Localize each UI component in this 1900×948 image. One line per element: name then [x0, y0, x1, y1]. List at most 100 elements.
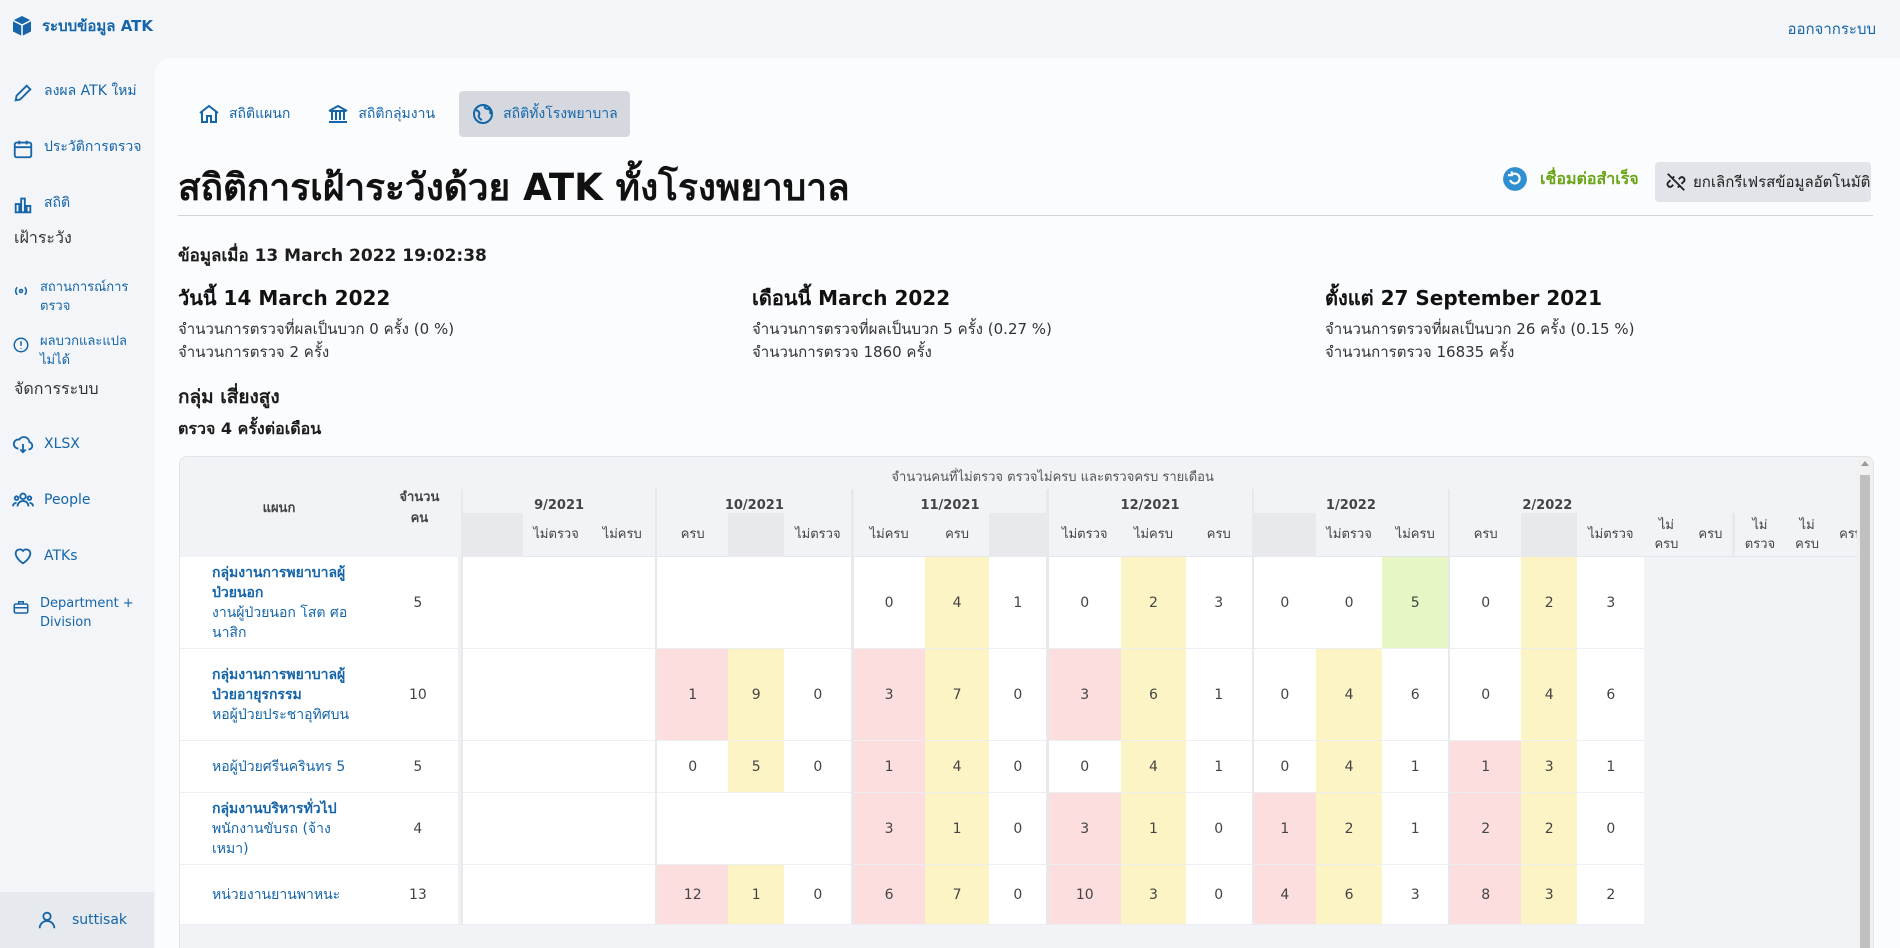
pencil-icon [14, 84, 32, 102]
value-cell: 0 [784, 649, 852, 741]
department-cell[interactable]: กลุ่มงานการพยาบาลผู้ป่วยนอก งานผู้ป่วยนอก… [180, 557, 378, 649]
value-cell: 2 [1521, 793, 1578, 865]
stat-positive: จำนวนการตรวจที่ผลเป็นบวก 5 ครั้ง (0.27 %… [752, 320, 1052, 338]
briefcase-icon [13, 601, 29, 614]
sidebar-item-stats[interactable]: สถิติ [12, 194, 70, 216]
value-cell [784, 793, 852, 865]
data-timestamp: ข้อมูลเมื่อ 13 March 2022 19:02:38 [178, 246, 487, 266]
app-brand[interactable]: ระบบข้อมูล ATK [10, 14, 153, 38]
headcount-cell: 4 [377, 793, 461, 865]
value-cell: 4 [1253, 865, 1316, 925]
value-cell: 6 [1577, 649, 1645, 741]
value-cell [589, 741, 656, 793]
department-cell[interactable]: หอผู้ป่วยศรีนครินทร 5 [180, 741, 378, 793]
calendar-icon [13, 140, 33, 159]
table-vertical-scrollbar[interactable] [1857, 457, 1873, 948]
home-icon [199, 104, 219, 123]
value-cell: 6 [1315, 865, 1383, 925]
logout-link[interactable]: ออกจากระบบ [1787, 17, 1876, 41]
column-header-complete: ครบ [924, 513, 990, 557]
value-cell: 0 [1253, 557, 1316, 649]
sidebar-item-department[interactable]: Department + Division [12, 594, 136, 632]
value-cell: 1 [1253, 793, 1316, 865]
value-cell: 4 [1121, 741, 1186, 793]
value-cell: 1 [657, 649, 729, 741]
value-cell: 1 [1382, 741, 1449, 793]
tab-department-stats[interactable]: สถิติแผนก [185, 91, 302, 137]
value-cell: 5 [728, 741, 785, 793]
scrollbar-thumb[interactable] [1860, 475, 1870, 948]
value-cell: 3 [1121, 865, 1186, 925]
bank-icon [328, 104, 348, 123]
division-name: หอผู้ป่วยศรีนครินทร 5 [212, 758, 346, 775]
top-bar: ระบบข้อมูล ATK ออกจากระบบ [0, 0, 1900, 58]
value-cell: 4 [1521, 649, 1578, 741]
column-header-count: จำนวนคน [377, 457, 461, 557]
department-cell[interactable]: กลุ่มงานบริหารทั่วไป พนักงานขับรถ (จ้างเห… [180, 793, 378, 865]
sidebar-item-xlsx[interactable]: XLSX [12, 433, 80, 455]
value-cell [657, 557, 729, 649]
table-row: กลุ่มงานบริหารทั่วไป พนักงานขับรถ (จ้างเห… [180, 793, 1873, 865]
value-cell: 0 [1185, 865, 1252, 925]
tab-hospital-stats[interactable]: สถิติทั้งโรงพยาบาล [459, 91, 630, 137]
value-cell: 4 [1315, 741, 1383, 793]
column-header-not-tested: ไม่ตรวจ [1577, 513, 1645, 557]
stat-heading: เดือนนี้ March 2022 [752, 286, 951, 310]
column-header-complete: ครบ [1450, 513, 1522, 557]
sidebar-item-new-atk[interactable]: ลงผล ATK ใหม่ [12, 82, 137, 104]
value-cell: 7 [924, 649, 990, 741]
app-title: ระบบข้อมูล ATK [42, 17, 154, 35]
tab-label: สถิติกลุ่มงาน [358, 106, 436, 122]
value-cell: 0 [1577, 793, 1645, 865]
sidebar-item-label: สถิติ [44, 195, 71, 211]
sidebar-item-situation[interactable]: สถานการณ์การตรวจ [12, 278, 136, 316]
value-cell [522, 793, 590, 865]
value-cell: 0 [1450, 557, 1522, 649]
tab-division-stats[interactable]: สถิติกลุ่มงาน [314, 91, 447, 137]
value-cell: 0 [853, 557, 925, 649]
sidebar-item-atks[interactable]: ATKs [12, 545, 78, 567]
sidebar-section-watch: เฝ้าระวัง [14, 228, 72, 247]
sidebar-item-label: XLSX [44, 436, 80, 452]
value-cell: 1 [1185, 741, 1252, 793]
table-row: หอผู้ป่วยศรีนครินทร 55050140041041131 [180, 741, 1873, 793]
column-separator [1521, 513, 1578, 557]
column-header-not-tested: ไม่ตรวจ [522, 513, 590, 557]
refresh-button-label: ยกเลิกรีเฟรสข้อมูลอัตโนมัติ [1693, 173, 1871, 191]
monthly-table-container[interactable]: แผนก จำนวนคน จำนวนคนที่ไม่ตรวจ ตรวจไม่ครบ … [179, 456, 1874, 948]
connection-status: เชื่อมต่อสำเร็จ [1502, 166, 1639, 192]
value-cell: 3 [1382, 865, 1449, 925]
disable-auto-refresh-button[interactable]: ยกเลิกรีเฟรสข้อมูลอัตโนมัติ [1655, 162, 1871, 202]
connection-status-label: เชื่อมต่อสำเร็จ [1540, 168, 1639, 188]
column-header-incomplete: ไม่ครบ [1382, 513, 1449, 557]
column-header-complete: ครบ [1185, 513, 1252, 557]
value-cell: 0 [989, 741, 1047, 793]
stat-since: ตั้งแต่ 27 September 2021 จำนวนการตรวจที… [1325, 282, 1634, 364]
globe-icon [473, 104, 494, 124]
value-cell [463, 557, 523, 649]
sidebar-section-admin: จัดการระบบ [14, 379, 99, 398]
sidebar-item-positive[interactable]: ผลบวกและแปลไม่ได้ [12, 332, 136, 370]
value-cell: 7 [924, 865, 990, 925]
value-cell [522, 865, 590, 925]
page-title: สถิติการเฝ้าระวังด้วย ATK ทั้งโรงพยาบาล [178, 166, 850, 209]
department-name: กลุ่มงานการพยาบาลผู้ป่วยอายุรกรรม [212, 666, 346, 703]
column-header-month: 10/2021 [657, 489, 852, 513]
value-cell: 3 [1185, 557, 1252, 649]
value-cell: 1 [1577, 741, 1645, 793]
value-cell [463, 865, 523, 925]
title-divider [178, 215, 1873, 216]
stat-month: เดือนนี้ March 2022 จำนวนการตรวจที่ผลเป็… [752, 282, 1052, 364]
sidebar-item-history[interactable]: ประวัติการตรวจ [12, 138, 141, 160]
user-menu[interactable]: suttisak [0, 892, 154, 948]
headcount-cell: 13 [377, 865, 461, 925]
table-row: กลุ่มงานการพยาบาลผู้ป่วยนอก งานผู้ป่วยนอก… [180, 557, 1873, 649]
value-cell [589, 793, 656, 865]
value-cell: 0 [784, 865, 852, 925]
user-icon [38, 911, 56, 929]
value-cell: 0 [1253, 741, 1316, 793]
department-cell[interactable]: กลุ่มงานการพยาบาลผู้ป่วยอายุรกรรม หอผู้ป่… [180, 649, 378, 741]
value-cell: 0 [1253, 649, 1316, 741]
department-cell[interactable]: หน่วยงานยานพาหนะ [180, 865, 378, 925]
sidebar-item-people[interactable]: People [12, 489, 91, 511]
